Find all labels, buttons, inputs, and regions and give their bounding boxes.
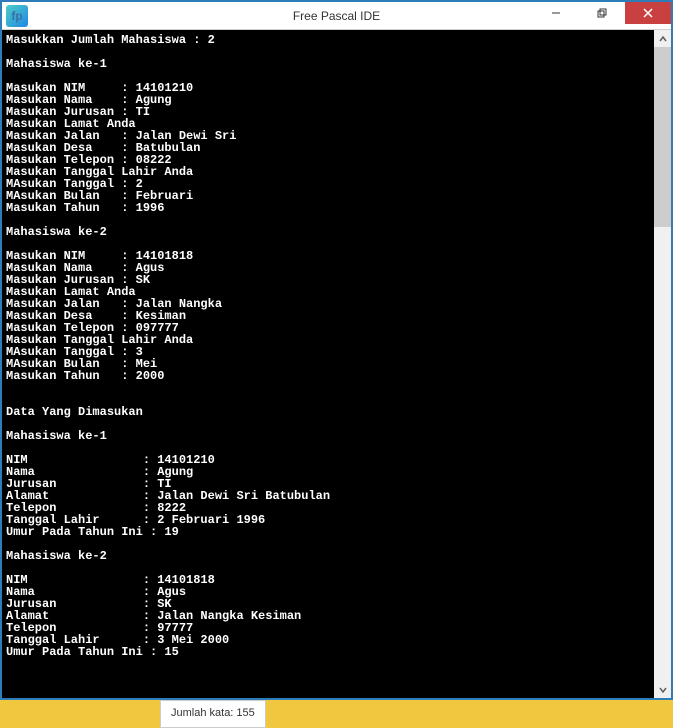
- scroll-down-button[interactable]: [654, 681, 671, 698]
- console-content: Masukkan Jumlah Mahasiswa : 2 Mahasiswa k…: [6, 34, 650, 694]
- console-line: Mahasiswa ke-1: [6, 58, 650, 70]
- console-line: Mahasiswa ke-2: [6, 226, 650, 238]
- console-line: Mahasiswa ke-1: [6, 430, 650, 442]
- maximize-button[interactable]: [579, 2, 625, 24]
- minimize-icon: [551, 8, 561, 18]
- console-line: Data Yang Dimasukan: [6, 406, 650, 418]
- minimize-button[interactable]: [533, 2, 579, 24]
- word-count-status: Jumlah kata: 155: [160, 700, 266, 728]
- console-line: Umur Pada Tahun Ini : 19: [6, 526, 650, 538]
- console-line: Umur Pada Tahun Ini : 15: [6, 646, 650, 658]
- scrollbar-thumb[interactable]: [654, 47, 671, 227]
- close-icon: [643, 8, 653, 18]
- maximize-icon: [597, 8, 607, 18]
- app-window: fp Free Pascal IDE Masukkan Jumlah Mahas…: [0, 0, 673, 700]
- console-output: Masukkan Jumlah Mahasiswa : 2 Mahasiswa k…: [2, 30, 671, 698]
- scroll-up-button[interactable]: [654, 30, 671, 47]
- console-line: Masukan Tahun : 1996: [6, 202, 650, 214]
- chevron-up-icon: [659, 35, 667, 43]
- window-controls: [533, 2, 671, 24]
- console-line: Masukkan Jumlah Mahasiswa : 2: [6, 34, 650, 46]
- console-line: Masukan Tahun : 2000: [6, 370, 650, 382]
- window-title: Free Pascal IDE: [293, 9, 380, 23]
- titlebar[interactable]: fp Free Pascal IDE: [2, 2, 671, 30]
- chevron-down-icon: [659, 686, 667, 694]
- console-line: Mahasiswa ke-2: [6, 550, 650, 562]
- close-button[interactable]: [625, 2, 671, 24]
- vertical-scrollbar[interactable]: [654, 30, 671, 698]
- app-icon[interactable]: fp: [6, 5, 28, 27]
- console-line: [6, 382, 650, 394]
